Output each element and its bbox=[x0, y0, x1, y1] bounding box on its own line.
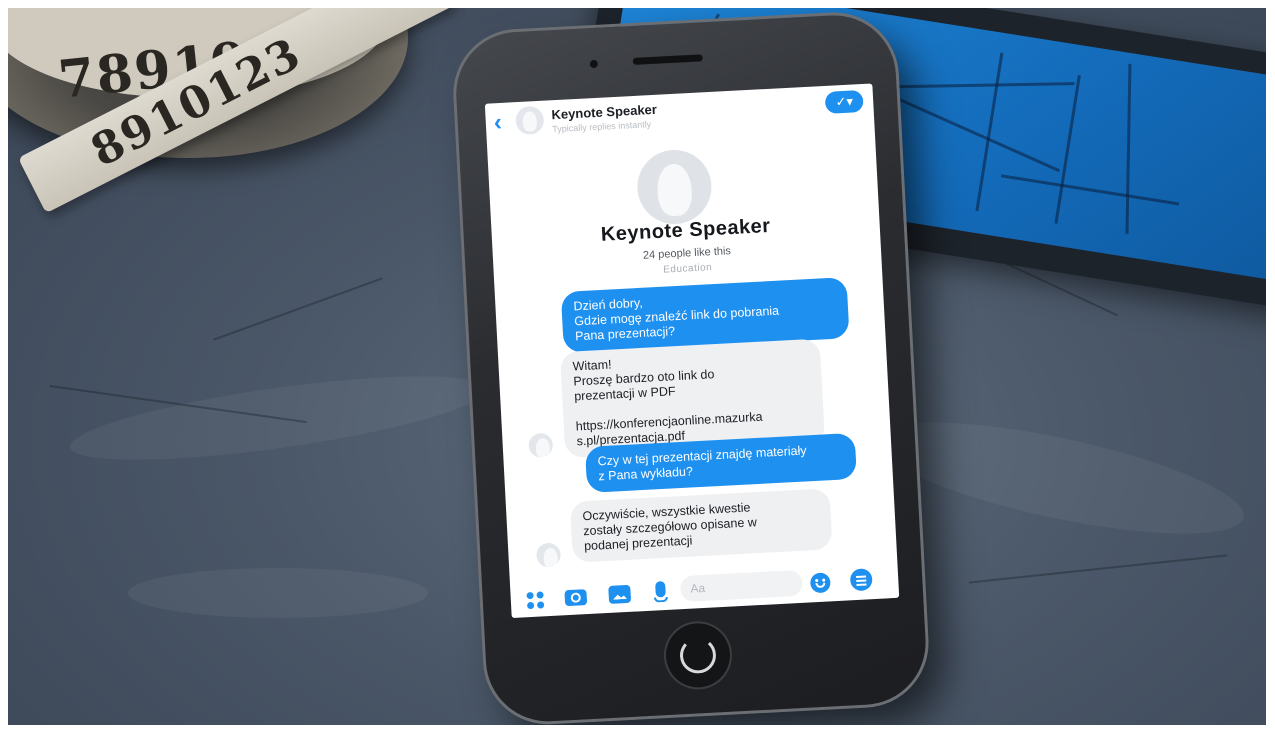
camera-icon[interactable] bbox=[564, 589, 588, 607]
message-bubble-incoming[interactable]: Oczywiście, wszystkie kwestie zostały sz… bbox=[569, 488, 833, 563]
chat-header: ‹ Keynote Speaker Typically replies inst… bbox=[485, 83, 875, 143]
sender-avatar bbox=[528, 432, 554, 458]
smartphone: ‹ Keynote Speaker Typically replies inst… bbox=[453, 12, 929, 725]
apps-grid-icon[interactable] bbox=[526, 591, 545, 610]
message-composer bbox=[510, 561, 899, 618]
photo-scene: 789101 8910123 ‹ Keynote Speaker Typical… bbox=[8, 8, 1266, 725]
emoji-icon[interactable] bbox=[809, 572, 831, 594]
messenger-screen: ‹ Keynote Speaker Typically replies inst… bbox=[484, 83, 900, 619]
header-avatar[interactable] bbox=[515, 105, 545, 136]
chevron-left-icon[interactable]: ‹ bbox=[493, 109, 502, 136]
image-icon[interactable] bbox=[608, 584, 632, 604]
menu-icon[interactable] bbox=[849, 568, 873, 592]
profile-avatar[interactable] bbox=[635, 148, 714, 226]
check-icon[interactable]: ✓▾ bbox=[824, 89, 864, 114]
front-camera bbox=[589, 59, 599, 69]
sender-avatar bbox=[535, 542, 562, 568]
message-input[interactable] bbox=[679, 569, 804, 603]
home-button[interactable] bbox=[664, 621, 732, 689]
microphone-icon[interactable] bbox=[655, 580, 666, 598]
earpiece-speaker bbox=[632, 54, 703, 65]
